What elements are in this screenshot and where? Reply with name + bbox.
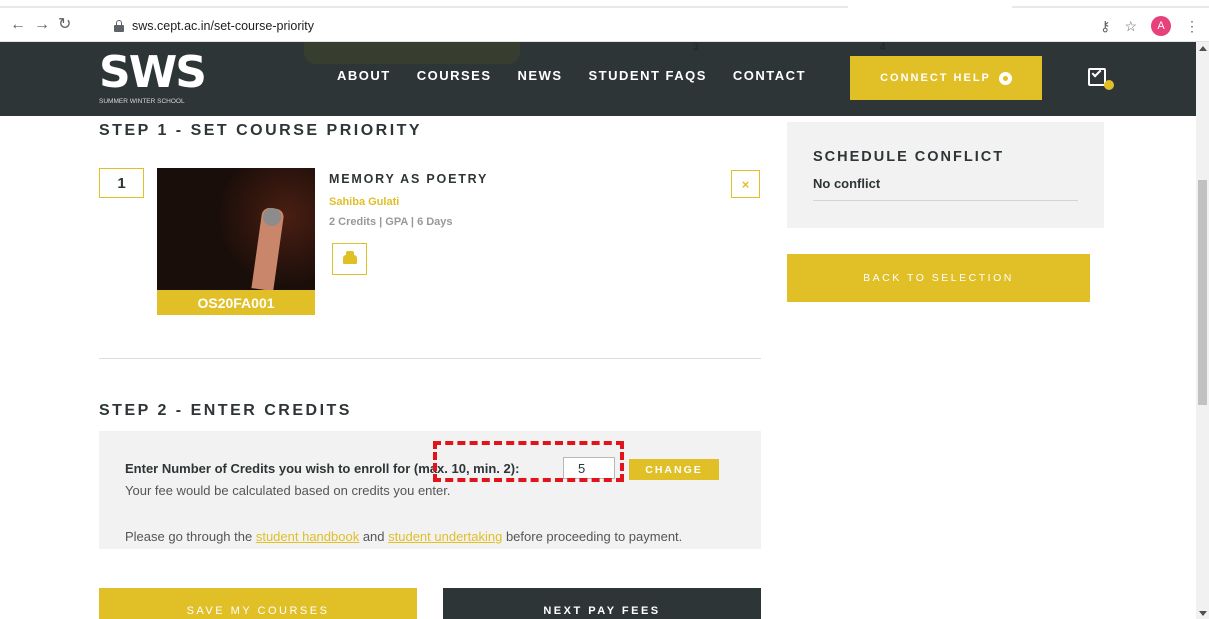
logo[interactable]: SWS SUMMER WINTER SCHOOL bbox=[99, 47, 207, 106]
nav-news[interactable]: NEWS bbox=[518, 68, 563, 83]
back-arrow-icon[interactable]: ← bbox=[10, 16, 26, 34]
address-bar[interactable]: sws.cept.ac.in/set-course-priority bbox=[100, 14, 840, 38]
save-courses-button[interactable]: SAVE MY COURSES bbox=[99, 588, 417, 619]
scroll-down-arrow-icon[interactable] bbox=[1199, 611, 1207, 616]
tab-strip bbox=[0, 0, 1209, 8]
logo-text: SWS bbox=[99, 47, 207, 98]
back-to-selection-button[interactable]: BACK TO SELECTION bbox=[787, 254, 1090, 302]
menu-icon[interactable]: ⋮ bbox=[1185, 18, 1199, 35]
site-header: 3 4 SWS SUMMER WINTER SCHOOL ABOUT COURS… bbox=[0, 42, 1196, 116]
fee-note: Your fee would be calculated based on cr… bbox=[125, 483, 451, 498]
remove-course-button[interactable]: × bbox=[731, 170, 760, 198]
nav-student-faqs[interactable]: STUDENT FAQS bbox=[589, 68, 707, 83]
change-credits-button[interactable]: CHANGE bbox=[629, 459, 719, 480]
travel-button[interactable] bbox=[332, 243, 367, 275]
connect-help-label: CONNECT HELP bbox=[880, 72, 991, 84]
nav-courses[interactable]: COURSES bbox=[417, 68, 492, 83]
student-handbook-link[interactable]: student handbook bbox=[256, 529, 359, 544]
main-nav: ABOUT COURSES NEWS STUDENT FAQS CONTACT bbox=[337, 68, 832, 83]
key-icon[interactable]: ⚷ bbox=[1100, 18, 1110, 35]
browser-toolbar: ← → ↻ sws.cept.ac.in/set-course-priority… bbox=[0, 0, 1209, 42]
scroll-up-arrow-icon[interactable] bbox=[1199, 46, 1207, 51]
avatar[interactable]: A bbox=[1151, 16, 1171, 36]
annotation-highlight bbox=[433, 441, 624, 482]
logo-subtitle: SUMMER WINTER SCHOOL bbox=[99, 98, 185, 105]
schedule-conflict-title: SCHEDULE CONFLICT bbox=[813, 149, 1005, 165]
schedule-conflict-panel bbox=[787, 122, 1104, 228]
progress-step-4: 4 bbox=[880, 42, 886, 53]
course-image bbox=[157, 168, 315, 290]
course-meta: 2 Credits | GPA | 6 Days bbox=[329, 216, 453, 228]
course-code: OS20FA001 bbox=[157, 290, 315, 315]
url-text: sws.cept.ac.in/set-course-priority bbox=[132, 19, 315, 33]
tab-divider bbox=[1012, 6, 1209, 8]
gear-icon bbox=[998, 71, 1012, 85]
connect-help-button[interactable]: CONNECT HELP bbox=[850, 56, 1042, 100]
step-1-title: STEP 1 - SET COURSE PRIORITY bbox=[99, 122, 423, 139]
course-title[interactable]: MEMORY AS POETRY bbox=[329, 172, 488, 186]
forward-arrow-icon[interactable]: → bbox=[34, 16, 50, 34]
schedule-conflict-status: No conflict bbox=[813, 176, 881, 191]
star-icon[interactable]: ☆ bbox=[1124, 18, 1137, 35]
next-pay-fees-button[interactable]: NEXT PAY FEES bbox=[443, 588, 761, 619]
handbook-suffix: before proceeding to payment. bbox=[502, 529, 683, 544]
priority-number[interactable]: 1 bbox=[99, 168, 144, 198]
progress-bar-ghost bbox=[304, 42, 520, 64]
course-instructor: Sahiba Gulati bbox=[329, 196, 400, 208]
progress-step-3: 3 bbox=[693, 42, 699, 53]
nav-contact[interactable]: CONTACT bbox=[733, 68, 806, 83]
credits-label-prefix: Enter Number of Credits you wish to enro… bbox=[125, 461, 406, 476]
student-undertaking-link[interactable]: student undertaking bbox=[388, 529, 502, 544]
reload-icon[interactable]: ↻ bbox=[58, 16, 71, 34]
nav-about[interactable]: ABOUT bbox=[337, 68, 391, 83]
conflict-divider bbox=[813, 200, 1078, 201]
handbook-note: Please go through the student handbook a… bbox=[125, 527, 725, 547]
lock-icon bbox=[114, 20, 124, 32]
browser-actions: ⚷ ☆ A ⋮ bbox=[1100, 16, 1199, 36]
handbook-prefix: Please go through the bbox=[125, 529, 256, 544]
car-icon bbox=[342, 250, 357, 264]
tab-divider bbox=[0, 6, 848, 8]
step-2-title: STEP 2 - ENTER CREDITS bbox=[99, 402, 352, 419]
handbook-mid: and bbox=[359, 529, 389, 544]
section-divider bbox=[99, 358, 761, 359]
page-root: ← → ↻ sws.cept.ac.in/set-course-priority… bbox=[0, 0, 1209, 619]
scrollbar-thumb[interactable] bbox=[1198, 180, 1207, 405]
notification-badge bbox=[1104, 80, 1114, 90]
